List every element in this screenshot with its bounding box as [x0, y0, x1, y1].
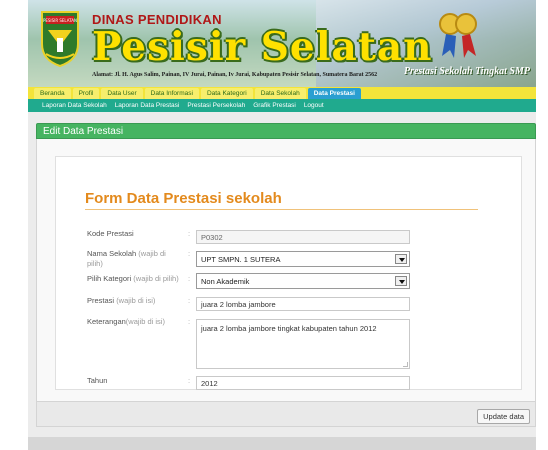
- label-keterangan: Keterangan(wajib di isi): [87, 317, 177, 327]
- trophy-icon: [439, 13, 477, 58]
- label-text: Tahun: [87, 376, 108, 385]
- label-nama-sekolah: Nama Sekolah (wajib di pilih): [87, 249, 177, 269]
- colon: :: [188, 274, 191, 283]
- tagline: Prestasi Sekolah Tingkat SMP: [403, 66, 530, 77]
- address-line: Alamat: Jl. H. Agus Salim, Painan, IV Ju…: [92, 72, 378, 78]
- label-text: Keterangan: [87, 317, 126, 326]
- textarea-value: juara 2 lomba jambore tingkat kabupaten …: [201, 324, 377, 333]
- sub-nav: Laporan Data Sekolah Laporan Data Presta…: [28, 99, 536, 112]
- kategori-select[interactable]: Non Akademik: [196, 273, 410, 289]
- site-brand: Pesisir Selatan: [92, 24, 433, 70]
- form-title: Form Data Prestasi sekolah: [85, 190, 282, 207]
- nav-data-informasi[interactable]: Data Informasi: [144, 88, 199, 99]
- label-tahun: Tahun: [87, 376, 177, 386]
- subnav-laporan-data-sekolah[interactable]: Laporan Data Sekolah: [42, 102, 107, 109]
- regency-logo-icon: PESISIR SELATAN: [41, 11, 79, 68]
- subnav-prestasi-persekolah[interactable]: Prestasi Persekolah: [187, 102, 245, 109]
- logo-text: PESISIR SELATAN: [43, 18, 77, 23]
- bottom-strip: [28, 437, 536, 450]
- label-text: Kode Prestasi: [87, 229, 134, 238]
- title-divider: [85, 209, 478, 210]
- nav-data-user[interactable]: Data User: [101, 88, 143, 99]
- nav-beranda[interactable]: Beranda: [34, 88, 71, 99]
- nama-sekolah-select[interactable]: UPT SMPN. 1 SUTERA: [196, 251, 410, 267]
- kode-prestasi-field[interactable]: P0302: [196, 230, 410, 244]
- nav-data-sekolah[interactable]: Data Sekolah: [254, 88, 306, 99]
- tahun-input[interactable]: 2012: [196, 376, 410, 390]
- colon: :: [188, 229, 191, 238]
- label-kategori: Pilih Kategori (wajib di pilih): [87, 274, 197, 284]
- label-prestasi: Prestasi (wajib di isi): [87, 296, 177, 306]
- select-value: UPT SMPN. 1 SUTERA: [201, 255, 281, 264]
- update-data-button[interactable]: Update data: [477, 409, 530, 424]
- label-text: Nama Sekolah: [87, 249, 137, 258]
- nav-data-prestasi[interactable]: Data Prestasi: [307, 88, 361, 99]
- header-banner: PESISIR SELATAN DINAS PENDIDIKAN Pesisir…: [28, 0, 536, 87]
- label-text: Prestasi: [87, 296, 115, 305]
- label-hint: (wajib di isi): [125, 317, 165, 326]
- colon: :: [188, 296, 191, 305]
- chevron-down-icon[interactable]: [395, 254, 407, 264]
- keterangan-textarea[interactable]: juara 2 lomba jambore tingkat kabupaten …: [196, 319, 410, 369]
- colon: :: [188, 376, 191, 385]
- nav-profil[interactable]: Profil: [72, 88, 100, 99]
- resize-grip-icon[interactable]: [403, 362, 408, 367]
- content-area: Form Data Prestasi sekolah Kode Prestasi…: [36, 139, 536, 401]
- section-header: Edit Data Prestasi: [36, 123, 536, 139]
- nav-data-kategori[interactable]: Data Kategori: [200, 88, 253, 99]
- form-footer: Update data: [36, 401, 536, 427]
- subnav-grafik-prestasi[interactable]: Grafik Prestasi: [253, 102, 296, 109]
- colon: :: [188, 249, 191, 258]
- page: PESISIR SELATAN DINAS PENDIDIKAN Pesisir…: [28, 0, 536, 450]
- chevron-down-icon[interactable]: [395, 276, 407, 286]
- label-text: Pilih Kategori: [87, 274, 132, 283]
- form-card: Form Data Prestasi sekolah Kode Prestasi…: [55, 156, 522, 390]
- select-value: Non Akademik: [201, 277, 250, 286]
- label-hint: (wajib di isi): [116, 296, 156, 305]
- colon: :: [188, 317, 191, 326]
- prestasi-input[interactable]: juara 2 lomba jambore: [196, 297, 410, 311]
- top-nav: Beranda Profil Data User Data Informasi …: [28, 87, 536, 99]
- subnav-laporan-data-prestasi[interactable]: Laporan Data Prestasi: [115, 102, 180, 109]
- label-hint: (wajib di pilih): [133, 274, 179, 283]
- subnav-logout[interactable]: Logout: [304, 102, 324, 109]
- label-kode-prestasi: Kode Prestasi: [87, 229, 177, 239]
- section-title: Edit Data Prestasi: [43, 126, 124, 137]
